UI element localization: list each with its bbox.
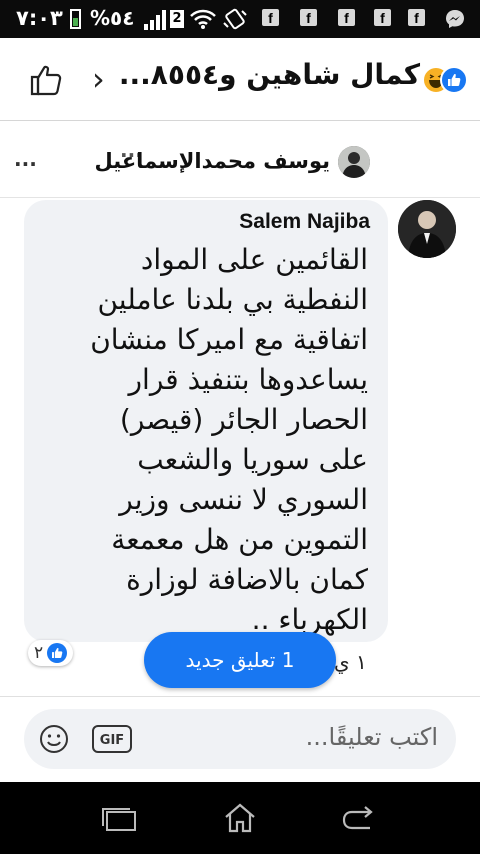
facebook-notif-icon: f bbox=[374, 9, 391, 26]
facebook-notif-icon: f bbox=[262, 9, 279, 26]
new-comment-button[interactable]: 1 تعليق جديد bbox=[144, 632, 336, 688]
battery-percent: %٥٤ bbox=[90, 6, 135, 30]
facebook-notif-icon: f bbox=[300, 9, 317, 26]
chevron-icon[interactable]: › bbox=[92, 63, 105, 95]
signal-icon bbox=[144, 10, 166, 30]
like-count-badge[interactable]: ٢ bbox=[28, 640, 74, 666]
reply-author-name[interactable]: يوسف محمدالإسماعيل bbox=[95, 149, 330, 173]
battery-icon bbox=[70, 9, 81, 29]
messenger-notif-icon bbox=[446, 10, 464, 28]
avatar[interactable] bbox=[338, 146, 370, 178]
back-icon[interactable] bbox=[340, 806, 376, 834]
comment-author[interactable]: Salem Najiba bbox=[239, 210, 370, 234]
home-icon[interactable] bbox=[222, 802, 258, 834]
sim-badge: 2 bbox=[170, 10, 184, 28]
gif-button[interactable]: GIF bbox=[92, 725, 132, 753]
vibrate-icon bbox=[223, 8, 247, 30]
comment-input[interactable]: اكتب تعليقًا... GIF bbox=[24, 709, 456, 769]
page-title: كمال شاهين و٨٥٥٤... bbox=[118, 58, 420, 91]
status-time: ٧:٠٣ bbox=[16, 6, 63, 30]
reply-preview[interactable]: يوسف محمدالإسماعيل ... bbox=[0, 121, 480, 198]
wifi-icon bbox=[190, 9, 216, 29]
comment-time: ١ ي bbox=[334, 650, 367, 674]
status-bar: ٧:٠٣ %٥٤ 2 f f f f f bbox=[0, 0, 480, 38]
recent-apps-icon[interactable] bbox=[100, 806, 138, 834]
comment-composer: اكتب تعليقًا... GIF bbox=[0, 696, 480, 783]
facebook-notif-icon: f bbox=[338, 9, 355, 26]
avatar[interactable] bbox=[398, 200, 456, 258]
like-count: ٢ bbox=[34, 643, 44, 663]
like-reaction-icon bbox=[440, 66, 468, 94]
comment-bubble[interactable]: Salem Najiba القائمين على المواد النفطية… bbox=[24, 200, 388, 642]
comment-text: القائمين على المواد النفطية بي بلدنا عام… bbox=[90, 243, 368, 636]
facebook-notif-icon: f bbox=[408, 9, 425, 26]
thread-header: › كمال شاهين و٨٥٥٤... ... bbox=[0, 38, 480, 158]
emoji-icon[interactable] bbox=[38, 723, 70, 755]
comment-placeholder: اكتب تعليقًا... bbox=[305, 723, 438, 751]
like-outline-icon[interactable] bbox=[28, 62, 64, 98]
reply-ellipsis: ... bbox=[14, 147, 37, 171]
like-reaction-icon bbox=[47, 643, 68, 663]
system-nav-bar bbox=[0, 782, 480, 854]
